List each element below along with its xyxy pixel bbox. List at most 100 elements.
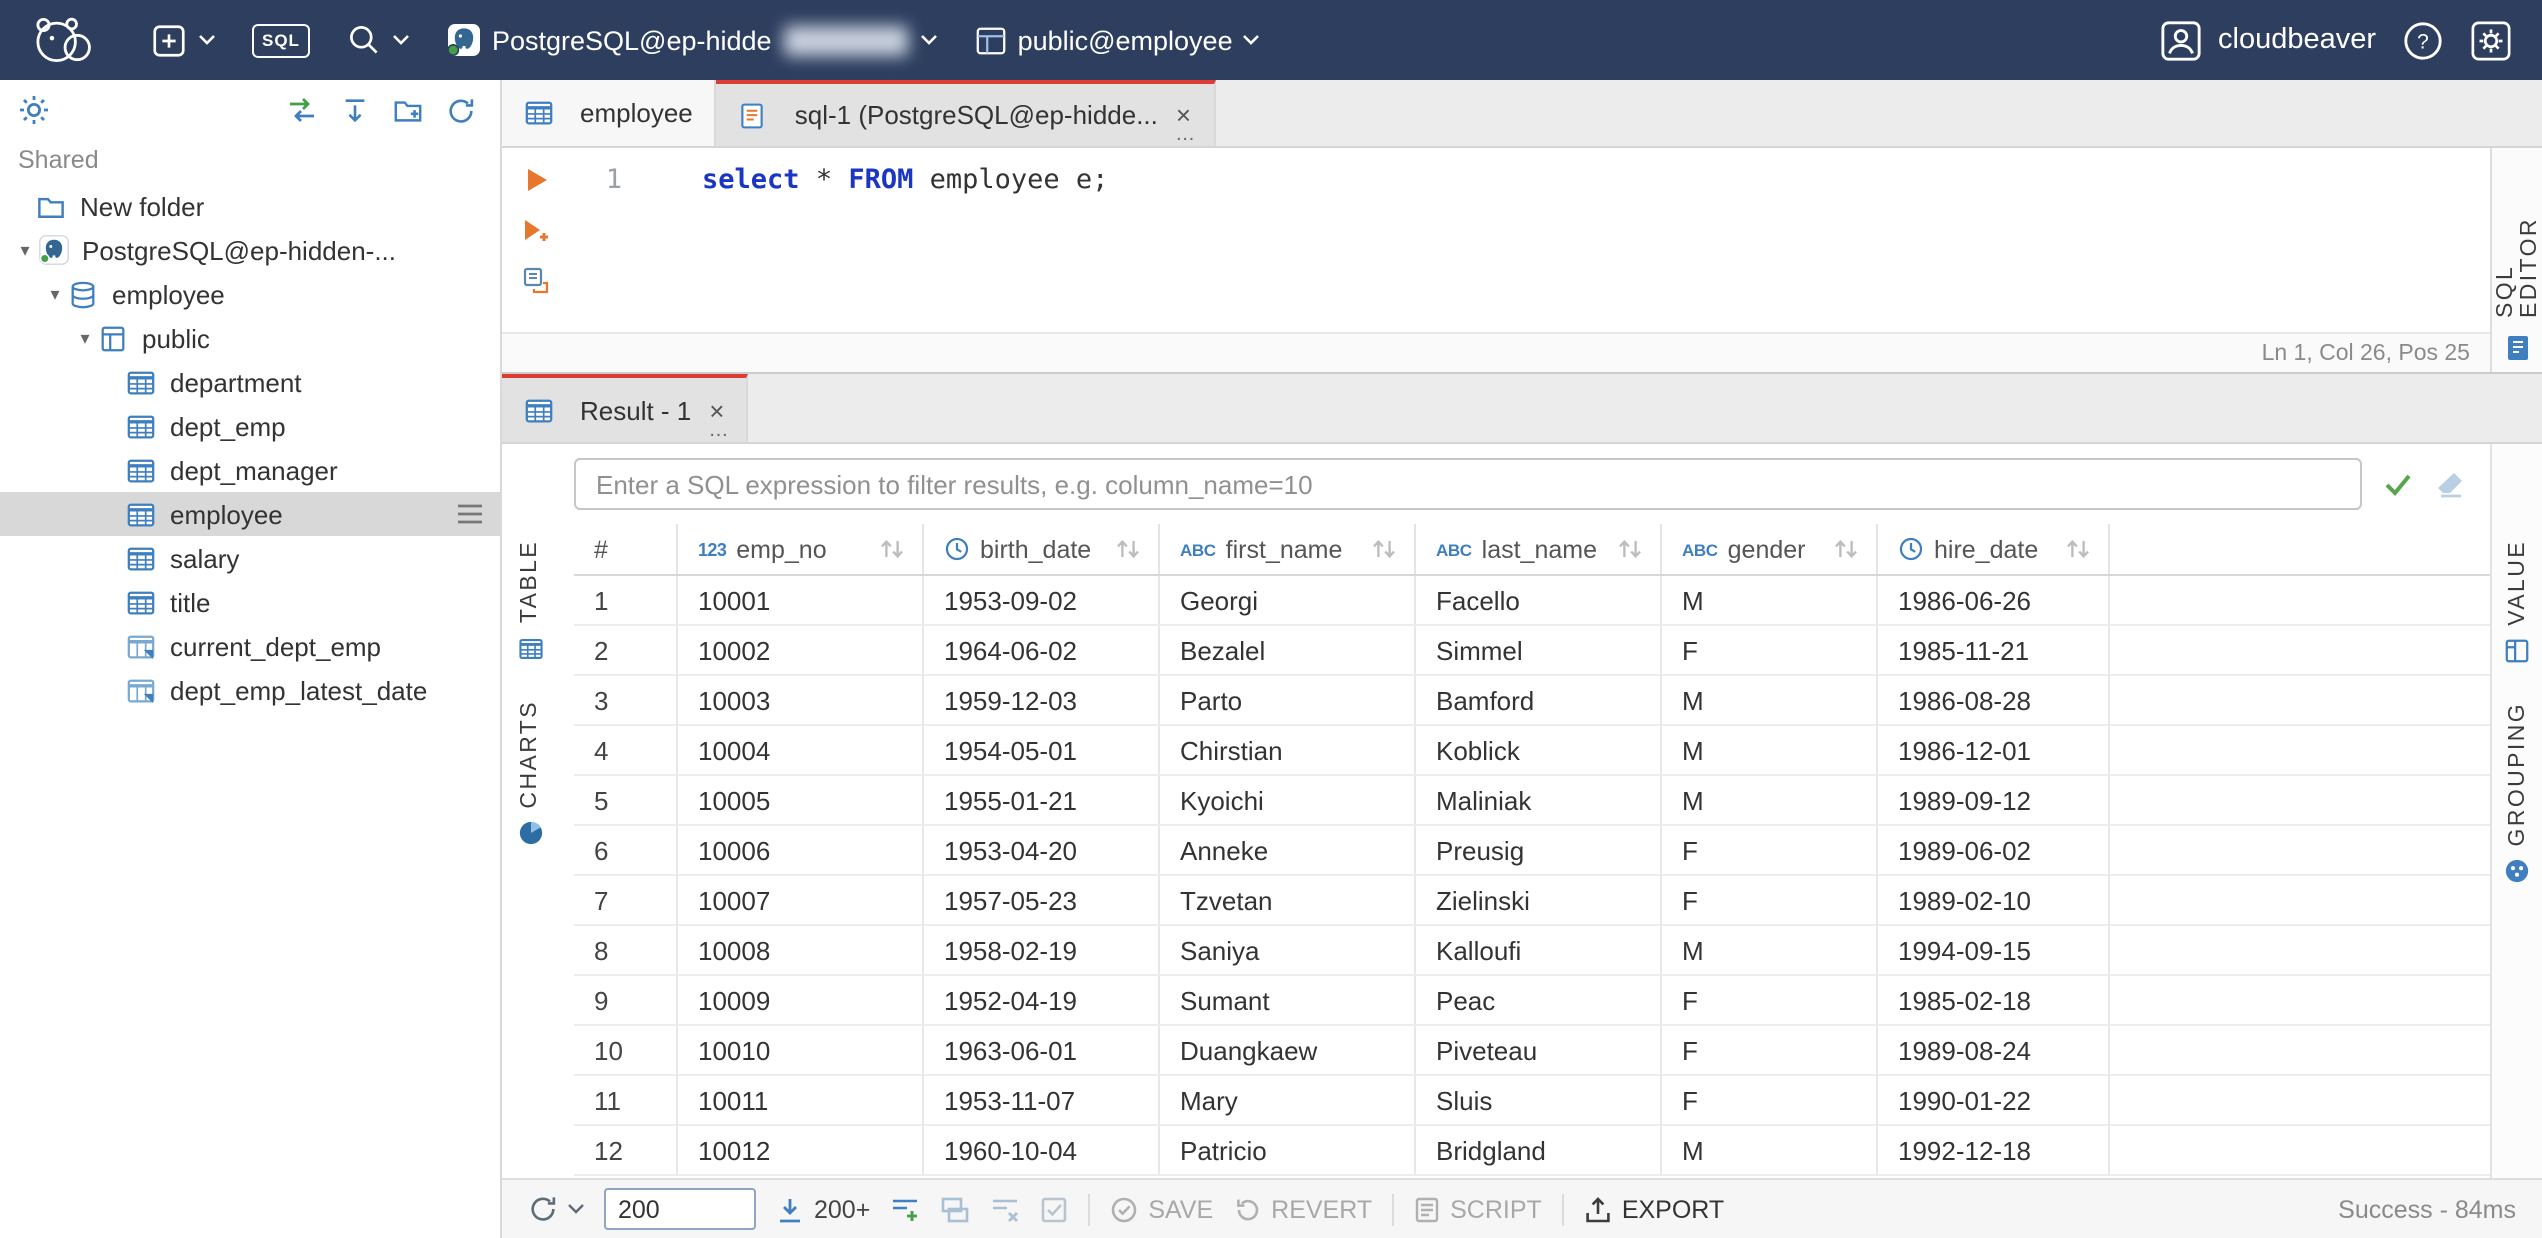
execution-plan-icon[interactable] (522, 266, 550, 294)
table-row[interactable]: 4 10004 1954-05-01 Chirstian Koblick M 1986-12… (574, 726, 2490, 776)
add-folder-icon[interactable] (392, 95, 424, 125)
execute-query-icon[interactable] (523, 166, 549, 194)
grid-cell[interactable]: 1989-02-10 (1878, 876, 2110, 924)
revert-button[interactable]: REVERT (1233, 1195, 1372, 1223)
table-row[interactable]: 2 10002 1964-06-02 Bezalel Simmel F 1985-11-21 (574, 626, 2490, 676)
row-number-cell[interactable]: 5 (574, 776, 678, 824)
clear-filter-eraser-icon[interactable] (2434, 468, 2466, 500)
grid-cell[interactable]: 10012 (678, 1126, 924, 1174)
connection-search-button[interactable] (328, 0, 428, 80)
grid-cell[interactable]: 1990-01-22 (1878, 1076, 2110, 1124)
grid-cell[interactable]: 1954-05-01 (924, 726, 1160, 774)
grid-cell[interactable]: F (1662, 626, 1878, 674)
grid-cell[interactable]: 1955-01-21 (924, 776, 1160, 824)
grid-cell[interactable]: 10009 (678, 976, 924, 1024)
grid-cell[interactable]: 10007 (678, 876, 924, 924)
grid-cell[interactable]: 1952-04-19 (924, 976, 1160, 1024)
apply-filter-check-icon[interactable] (2382, 468, 2414, 500)
grid-cell[interactable]: 1992-12-18 (1878, 1126, 2110, 1174)
row-number-cell[interactable]: 6 (574, 826, 678, 874)
tree-item[interactable]: employee (0, 492, 500, 536)
grid-cell[interactable]: 1953-11-07 (924, 1076, 1160, 1124)
sort-icon[interactable] (880, 538, 904, 560)
grid-cell[interactable]: 1957-05-23 (924, 876, 1160, 924)
table-row[interactable]: 7 10007 1957-05-23 Tzvetan Zielinski F 1989-02… (574, 876, 2490, 926)
grid-cell[interactable]: Facello (1416, 576, 1662, 624)
table-row[interactable]: 5 10005 1955-01-21 Kyoichi Maliniak M 1989-09-… (574, 776, 2490, 826)
row-number-cell[interactable]: 10 (574, 1026, 678, 1074)
table-row[interactable]: 11 10011 1953-11-07 Mary Sluis F 1990-01-22 (574, 1076, 2490, 1126)
row-number-cell[interactable]: 3 (574, 676, 678, 724)
grid-cell[interactable]: 1959-12-03 (924, 676, 1160, 724)
grid-cell[interactable]: 10002 (678, 626, 924, 674)
grid-cell[interactable]: Simmel (1416, 626, 1662, 674)
row-number-cell[interactable]: 12 (574, 1126, 678, 1174)
grid-cell[interactable]: Duangkaew (1160, 1026, 1416, 1074)
row-number-cell[interactable]: 8 (574, 926, 678, 974)
sort-icon[interactable] (1116, 538, 1140, 560)
table-row[interactable]: 8 10008 1958-02-19 Saniya Kalloufi M 1994-09-1… (574, 926, 2490, 976)
tree-item[interactable]: salary (0, 536, 500, 580)
grid-cell[interactable]: 10010 (678, 1026, 924, 1074)
item-actions-icon[interactable] (456, 502, 484, 526)
tree-item[interactable]: ▾ employee (0, 272, 500, 316)
grid-cell[interactable]: Maliniak (1416, 776, 1662, 824)
grid-cell[interactable]: Tzvetan (1160, 876, 1416, 924)
row-number-cell[interactable]: 9 (574, 976, 678, 1024)
grid-cell[interactable]: Peac (1416, 976, 1662, 1024)
table-row[interactable]: 1 10001 1953-09-02 Georgi Facello M 1986-06-26 (574, 576, 2490, 626)
column-header-#[interactable]: # (574, 524, 678, 574)
execute-new-tab-icon[interactable] (522, 216, 550, 244)
tree-item[interactable]: dept_manager (0, 448, 500, 492)
grid-cell[interactable]: F (1662, 1026, 1878, 1074)
grid-cell[interactable]: Georgi (1160, 576, 1416, 624)
grid-cell[interactable]: Kalloufi (1416, 926, 1662, 974)
add-row-button[interactable] (890, 1195, 920, 1223)
grid-cell[interactable]: 10011 (678, 1076, 924, 1124)
grid-cell[interactable]: Bridgland (1416, 1126, 1662, 1174)
grid-cell[interactable]: Anneke (1160, 826, 1416, 874)
tab-options-dots[interactable]: … (1175, 124, 1197, 146)
grid-cell[interactable]: M (1662, 676, 1878, 724)
grid-cell[interactable]: 1986-06-26 (1878, 576, 2110, 624)
tree-item[interactable]: dept_emp (0, 404, 500, 448)
grid-cell[interactable]: M (1662, 926, 1878, 974)
grid-cell[interactable]: Sumant (1160, 976, 1416, 1024)
sort-icon[interactable] (1372, 538, 1396, 560)
row-number-cell[interactable]: 2 (574, 626, 678, 674)
grid-cell[interactable]: F (1662, 826, 1878, 874)
duplicate-row-button[interactable] (940, 1195, 970, 1223)
grid-cell[interactable]: Sluis (1416, 1076, 1662, 1124)
tree-item[interactable]: New folder (0, 184, 500, 228)
fetch-size-input[interactable] (604, 1188, 756, 1230)
grid-cell[interactable]: Koblick (1416, 726, 1662, 774)
tree-item[interactable]: ▾ PostgreSQL@ep-hidden-... (0, 228, 500, 272)
column-header-emp_no[interactable]: 123 emp_no (678, 524, 924, 574)
grid-cell[interactable]: Piveteau (1416, 1026, 1662, 1074)
tab-employee[interactable]: employee (502, 80, 717, 146)
table-row[interactable]: 6 10006 1953-04-20 Anneke Preusig F 1989-06-02 (574, 826, 2490, 876)
grid-cell[interactable]: F (1662, 876, 1878, 924)
grid-cell[interactable]: Mary (1160, 1076, 1416, 1124)
grid-cell[interactable]: M (1662, 776, 1878, 824)
help-icon[interactable]: ? (2402, 19, 2444, 61)
grid-cell[interactable]: 10004 (678, 726, 924, 774)
table-row[interactable]: 9 10009 1952-04-19 Sumant Peac F 1985-02-18 (574, 976, 2490, 1026)
sort-icon[interactable] (1834, 538, 1858, 560)
sidebar-settings-gear-icon[interactable] (18, 94, 50, 126)
grid-cell[interactable]: Bamford (1416, 676, 1662, 724)
apply-changes-button[interactable] (1040, 1195, 1068, 1223)
tree-item[interactable]: department (0, 360, 500, 404)
table-row[interactable]: 12 10012 1960-10-04 Patricio Bridgland M 1992-… (574, 1126, 2490, 1176)
grid-cell[interactable]: 10006 (678, 826, 924, 874)
row-number-cell[interactable]: 11 (574, 1076, 678, 1124)
table-row[interactable]: 3 10003 1959-12-03 Parto Bamford M 1986-08-28 (574, 676, 2490, 726)
grid-cell[interactable]: 1963-06-01 (924, 1026, 1160, 1074)
sort-icon[interactable] (1618, 538, 1642, 560)
expand-chevron-icon[interactable]: ▾ (12, 239, 38, 261)
grid-cell[interactable]: Bezalel (1160, 626, 1416, 674)
column-header-last_name[interactable]: ABC last_name (1416, 524, 1662, 574)
sql-editor[interactable]: 1 select * FROM employee e; (502, 148, 2490, 332)
expand-chevron-icon[interactable]: ▾ (72, 327, 98, 349)
grid-cell[interactable]: 10003 (678, 676, 924, 724)
